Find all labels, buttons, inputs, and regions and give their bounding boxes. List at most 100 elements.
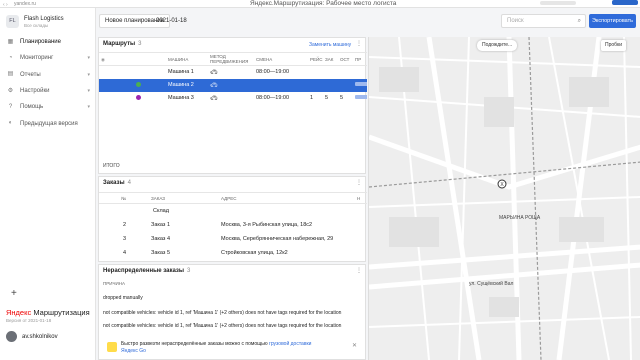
order-address: Москва, 3-я Рыбинская улица, 18с2 [221, 221, 313, 228]
shift: 08:00—19:00 [256, 69, 290, 76]
cargo-delivery-link[interactable]: грузовой доставки [269, 341, 311, 347]
order-name: Заказ 5 [151, 249, 171, 256]
yandex-go-logo-icon [107, 342, 117, 352]
sidebar-item-monitoring[interactable]: ◔ Мониторинг ▾ [0, 50, 96, 66]
planning-icon: ▦ [7, 38, 14, 45]
column-header[interactable]: ЗАК [323, 52, 338, 66]
reason-row[interactable]: not compatible vehicles: vehicle id 1, r… [103, 310, 341, 316]
column-header[interactable]: ЗАКАЗ [149, 192, 219, 204]
route-color-dot [135, 94, 141, 100]
orders-panel: Заказы 4 ⋮ № ЗАКАЗ АДРЕС Н Склад 2 Заказ … [98, 176, 367, 262]
column-header[interactable]: № [99, 192, 129, 204]
order-name: Заказ 4 [151, 235, 171, 242]
user-profile[interactable]: av.shkolnikov [6, 331, 58, 342]
sidebar-item-settings[interactable]: ⚙ Настройки ▾ [0, 83, 96, 99]
export-button[interactable]: Экспортировать [589, 14, 636, 28]
chevron-down-icon: ▾ [87, 104, 90, 111]
sidebar-item-label: Помощь [20, 104, 44, 111]
reason-row[interactable]: not compatible vehicles: vehicle id 1, r… [103, 323, 341, 329]
monitoring-icon: ◔ [8, 54, 13, 61]
column-header[interactable]: ОСТ [338, 52, 353, 66]
column-header[interactable]: МАШИНА [166, 52, 208, 66]
orders-count: 5 [325, 95, 329, 101]
app-version: Версия от 2021-01-18 [6, 318, 52, 323]
map[interactable]: X Подождите... Пробки МАРЬИНА РОЩА ул. С… [368, 37, 640, 360]
sidebar-item-reports[interactable]: ▤ Отчеты ▾ [0, 67, 96, 83]
unassigned-count: 3 [187, 268, 191, 274]
table-row[interactable]: Склад [99, 204, 367, 218]
change-vehicle-link[interactable]: Заменить машину [309, 42, 351, 48]
add-icon[interactable]: + [11, 288, 17, 299]
brand-yandex: Яндекс [6, 308, 32, 317]
column-header[interactable]: СМЕНА [254, 52, 308, 66]
browser-bar: ‹ › yandex.ru Яндекс.Маршрутизация: Рабо… [0, 0, 640, 8]
yandex-go-link[interactable]: Яндекс Go [121, 348, 146, 354]
avatar [6, 331, 17, 342]
trip: 1 [310, 95, 314, 101]
column-header[interactable]: ПР [353, 52, 367, 66]
order-address: Москва, Серебрянническая набережная, 29 [221, 235, 334, 242]
route-color-dot [135, 81, 141, 87]
more-menu-icon[interactable]: ⋮ [356, 267, 362, 274]
order-number: 4 [122, 249, 126, 256]
chevron-down-icon: ▾ [87, 55, 90, 62]
company-switcher[interactable]: FL Flash Logistics Все склады [6, 15, 64, 28]
column-header: ◉ [99, 52, 108, 66]
more-menu-icon[interactable]: ⋮ [356, 40, 362, 47]
browser-url[interactable]: yandex.ru [14, 1, 36, 7]
sidebar-item-label: Отчеты [20, 71, 41, 78]
table-row[interactable]: 4 Заказ 5 Стройковская улица, 12к2 [99, 246, 367, 260]
search-placeholder: Поиск [507, 18, 524, 24]
order-name: Склад [153, 207, 169, 214]
routes-table: ◉ МАШИНА МЕТОД ПЕРЕДВИЖЕНИЯ СМЕНА РЕЙС З… [99, 52, 367, 105]
column-header[interactable]: АДРЕС [219, 192, 355, 204]
shift: 08:00—19:00 [256, 95, 290, 101]
more-menu-icon[interactable]: ⋮ [356, 179, 362, 186]
table-row[interactable]: Машина 3 🚗︎ 08:00—19:00 1 5 5 [99, 92, 367, 105]
search-input[interactable]: Поиск ⌕ [501, 14, 586, 28]
column-header[interactable]: Н [355, 192, 367, 204]
help-icon: ? [8, 103, 13, 110]
traffic-button[interactable]: Пробки [601, 40, 626, 51]
order-name: Заказ 1 [151, 221, 171, 228]
vehicle-name: Машина 3 [168, 95, 194, 101]
table-row[interactable]: 3 Заказ 4 Москва, Серебрянническая набер… [99, 232, 367, 246]
car-icon: 🚗︎ [210, 95, 218, 102]
company-logo: FL [6, 15, 19, 28]
browser-action-button[interactable] [612, 0, 638, 5]
orders-title: Заказы 4 [103, 180, 131, 186]
reason-row[interactable]: dropped manually [103, 295, 143, 301]
loading-indicator: Подождите... [477, 40, 518, 51]
sidebar-item-label: Настройки [20, 88, 50, 95]
company-warehouses: Все склады [24, 22, 49, 28]
table-row[interactable]: 2 Заказ 1 Москва, 3-я Рыбинская улица, 1… [99, 218, 367, 232]
sidebar-item-help[interactable]: ? Помощь ▾ [0, 99, 96, 115]
total-label: ИТОГО [103, 163, 120, 169]
column-header [108, 52, 166, 66]
stops-count: 5 [340, 95, 344, 101]
column-header[interactable]: ПРИЧИНА [103, 281, 125, 286]
routes-panel: Маршруты 3 Заменить машину ⋮ ◉ МАШИНА МЕТ… [98, 37, 367, 174]
yandex-go-banner: Быстро развезти нераспределённые заказы … [103, 339, 361, 357]
table-row-selected[interactable]: Машина 2 🚗︎ [99, 78, 367, 92]
order-number: 2 [122, 221, 126, 228]
browser-tab-strip [540, 1, 576, 5]
date-field[interactable]: 2021-01-18 [156, 14, 202, 28]
sidebar-item-label: Мониторинг [20, 55, 54, 62]
close-icon[interactable]: ✕ [352, 342, 357, 349]
table-row[interactable]: Машина 1 🚗︎ 08:00—19:00 [99, 66, 367, 79]
search-icon: ⌕ [577, 18, 581, 24]
sidebar-item-planning[interactable]: ▦ Планирование [0, 34, 96, 50]
column-header[interactable]: МЕТОД ПЕРЕДВИЖЕНИЯ [208, 52, 254, 66]
sidebar-nav: ▦ Планирование ◔ Мониторинг ▾ ▤ Отчеты ▾… [0, 34, 96, 132]
column-header[interactable]: РЕЙС [308, 52, 323, 66]
sidebar-item-previous-version[interactable]: ◐ Предыдущая версия [0, 115, 96, 131]
map-pin-icon: X [497, 179, 507, 189]
loading-bar [355, 82, 367, 86]
chevron-down-icon: ▾ [87, 71, 90, 78]
sidebar-item-label: Планирование [20, 39, 61, 46]
user-name: av.shkolnikov [22, 333, 58, 340]
unassigned-orders-panel: Нераспределенные заказы 3 ⋮ ПРИЧИНА dropp… [98, 264, 366, 360]
settings-icon: ⚙ [7, 87, 14, 94]
company-name: Flash Logistics [24, 15, 64, 22]
